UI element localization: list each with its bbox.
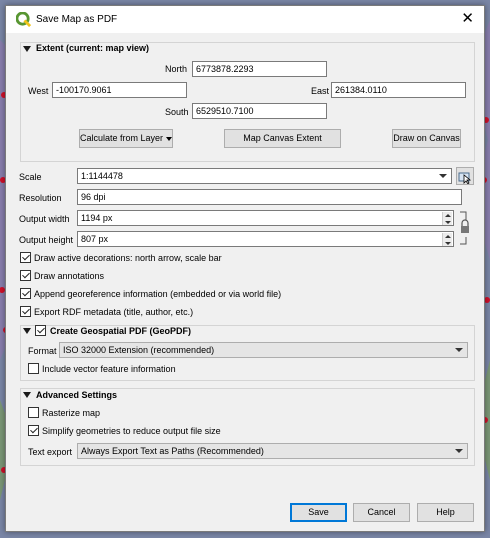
map-canvas-extent-button[interactable]: Map Canvas Extent xyxy=(224,129,341,148)
geopdf-header: Create Geospatial PDF (GeoPDF) xyxy=(50,326,192,336)
simplify-checkbox[interactable] xyxy=(28,425,39,436)
calculate-from-layer-button[interactable]: Calculate from Layer xyxy=(79,129,173,148)
output-width-spinbox[interactable]: 1194 px xyxy=(77,210,454,226)
resolution-input[interactable]: 96 dpi xyxy=(77,189,462,205)
cancel-button[interactable]: Cancel xyxy=(353,503,410,522)
collapse-geopdf-icon[interactable] xyxy=(23,328,31,334)
output-height-value: 807 px xyxy=(81,234,109,244)
vector-info-label: Include vector feature information xyxy=(42,364,176,374)
chevron-down-icon xyxy=(455,449,463,453)
format-label: Format xyxy=(28,346,57,356)
text-export-combobox[interactable]: Always Export Text as Paths (Recommended… xyxy=(77,443,468,459)
title-bar: Save Map as PDF ✕ xyxy=(6,6,484,33)
scale-value: 1:1144478 xyxy=(81,171,123,181)
collapse-extent-icon[interactable] xyxy=(23,46,31,52)
text-export-label: Text export xyxy=(28,447,73,457)
lock-scale-button[interactable] xyxy=(456,167,474,185)
west-label: West xyxy=(28,86,49,96)
south-input[interactable]: 6529510.7100 xyxy=(192,103,327,119)
south-label: South xyxy=(165,107,189,117)
calculate-from-layer-label: Calculate from Layer xyxy=(80,133,164,143)
save-map-pdf-dialog: Save Map as PDF ✕ Extent (current: map v… xyxy=(5,5,485,532)
chevron-down-icon xyxy=(439,174,447,178)
close-icon[interactable]: ✕ xyxy=(461,10,474,27)
extent-header: Extent (current: map view) xyxy=(36,43,150,53)
height-spin-buttons[interactable] xyxy=(442,233,452,246)
output-height-label: Output height xyxy=(19,235,74,245)
format-combobox[interactable]: ISO 32000 Extension (recommended) xyxy=(59,342,468,358)
width-spin-buttons[interactable] xyxy=(442,212,452,225)
save-button[interactable]: Save xyxy=(290,503,347,522)
output-width-value: 1194 px xyxy=(81,213,113,223)
west-input[interactable]: -100170.9061 xyxy=(52,82,187,98)
north-input[interactable]: 6773878.2293 xyxy=(192,61,327,77)
dropdown-arrow-icon xyxy=(166,136,173,141)
resolution-label: Resolution xyxy=(19,193,62,203)
decorations-checkbox[interactable] xyxy=(20,252,31,263)
vector-info-checkbox[interactable] xyxy=(28,363,39,374)
output-width-label: Output width xyxy=(19,214,70,224)
format-value: ISO 32000 Extension (recommended) xyxy=(63,345,215,355)
simplify-label: Simplify geometries to reduce output fil… xyxy=(42,426,221,436)
geopdf-checkbox[interactable] xyxy=(35,325,46,336)
rasterize-label: Rasterize map xyxy=(42,408,101,418)
east-input[interactable]: 261384.0110 xyxy=(331,82,466,98)
qgis-logo-icon xyxy=(16,12,31,27)
georeference-label: Append georeference information (embedde… xyxy=(34,289,282,299)
text-export-value: Always Export Text as Paths (Recommended… xyxy=(81,446,264,456)
annotations-label: Draw annotations xyxy=(34,271,105,281)
rdf-metadata-checkbox[interactable] xyxy=(20,306,31,317)
north-label: North xyxy=(165,64,188,74)
lock-aspect-ratio-icon[interactable] xyxy=(458,210,472,246)
advanced-header: Advanced Settings xyxy=(36,390,118,400)
draw-on-canvas-button[interactable]: Draw on Canvas xyxy=(392,129,461,148)
window-title: Save Map as PDF xyxy=(36,14,118,25)
scale-label: Scale xyxy=(19,172,42,182)
east-label: East xyxy=(311,86,330,96)
decorations-label: Draw active decorations: north arrow, sc… xyxy=(34,253,222,263)
help-button[interactable]: Help xyxy=(417,503,474,522)
collapse-advanced-icon[interactable] xyxy=(23,392,31,398)
rdf-metadata-label: Export RDF metadata (title, author, etc.… xyxy=(34,307,194,317)
scale-combobox[interactable]: 1:1144478 xyxy=(77,168,452,184)
georeference-checkbox[interactable] xyxy=(20,288,31,299)
pointer-cursor-icon xyxy=(458,172,472,185)
rasterize-checkbox[interactable] xyxy=(28,407,39,418)
output-height-spinbox[interactable]: 807 px xyxy=(77,231,454,247)
chevron-down-icon xyxy=(455,348,463,352)
annotations-checkbox[interactable] xyxy=(20,270,31,281)
